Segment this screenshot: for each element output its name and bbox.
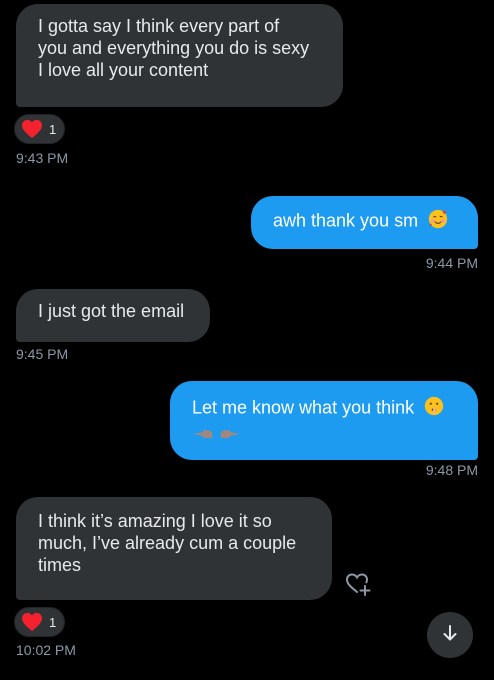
red-heart-icon: [21, 612, 43, 632]
message-text-line: I think it’s amazing I love it so: [38, 511, 272, 531]
smiling-face-with-hearts-icon: [427, 208, 449, 235]
message-text: awh thank you sm: [273, 210, 419, 231]
heart-reaction[interactable]: 1: [14, 607, 66, 637]
message-text-line: much, I’ve already cum a couple: [38, 533, 297, 553]
reaction-count: 1: [49, 614, 57, 630]
arrow-down-icon: [441, 624, 459, 647]
backhand-index-pointing-right-icon: [219, 425, 241, 447]
message-bubble-received[interactable]: I just got the email: [16, 289, 210, 342]
message-timestamp: 9:43 PM: [16, 150, 69, 166]
message-timestamp: 9:44 PM: [425, 255, 478, 271]
backhand-index-pointing-left-icon: [192, 425, 214, 447]
message-text-line: times: [38, 555, 82, 575]
scroll-to-bottom-button[interactable]: [427, 612, 473, 658]
message-text-line: I love all your content: [38, 60, 209, 80]
message-timestamp: 9:48 PM: [425, 462, 478, 478]
message-text: Let me know what you think: [192, 397, 415, 418]
message-bubble-received[interactable]: I gotta say I think every part of you an…: [16, 4, 343, 107]
message-text-line: you and everything you do is sexy: [38, 38, 310, 58]
message-text: I just got the email: [38, 301, 185, 321]
heart-plus-icon[interactable]: [344, 570, 372, 598]
message-bubble-received[interactable]: I think it’s amazing I love it so much, …: [16, 497, 332, 600]
message-text-line: I gotta say I think every part of: [38, 16, 280, 36]
shushing-face-icon: [423, 395, 445, 422]
red-heart-icon: [21, 119, 43, 139]
message-timestamp: 10:02 PM: [16, 642, 76, 658]
message-timestamp: 9:45 PM: [16, 346, 69, 362]
message-bubble-sent[interactable]: awh thank you sm: [251, 196, 478, 249]
message-bubble-sent[interactable]: Let me know what you think: [170, 381, 478, 460]
reaction-count: 1: [49, 121, 57, 137]
heart-reaction[interactable]: 1: [14, 114, 66, 144]
